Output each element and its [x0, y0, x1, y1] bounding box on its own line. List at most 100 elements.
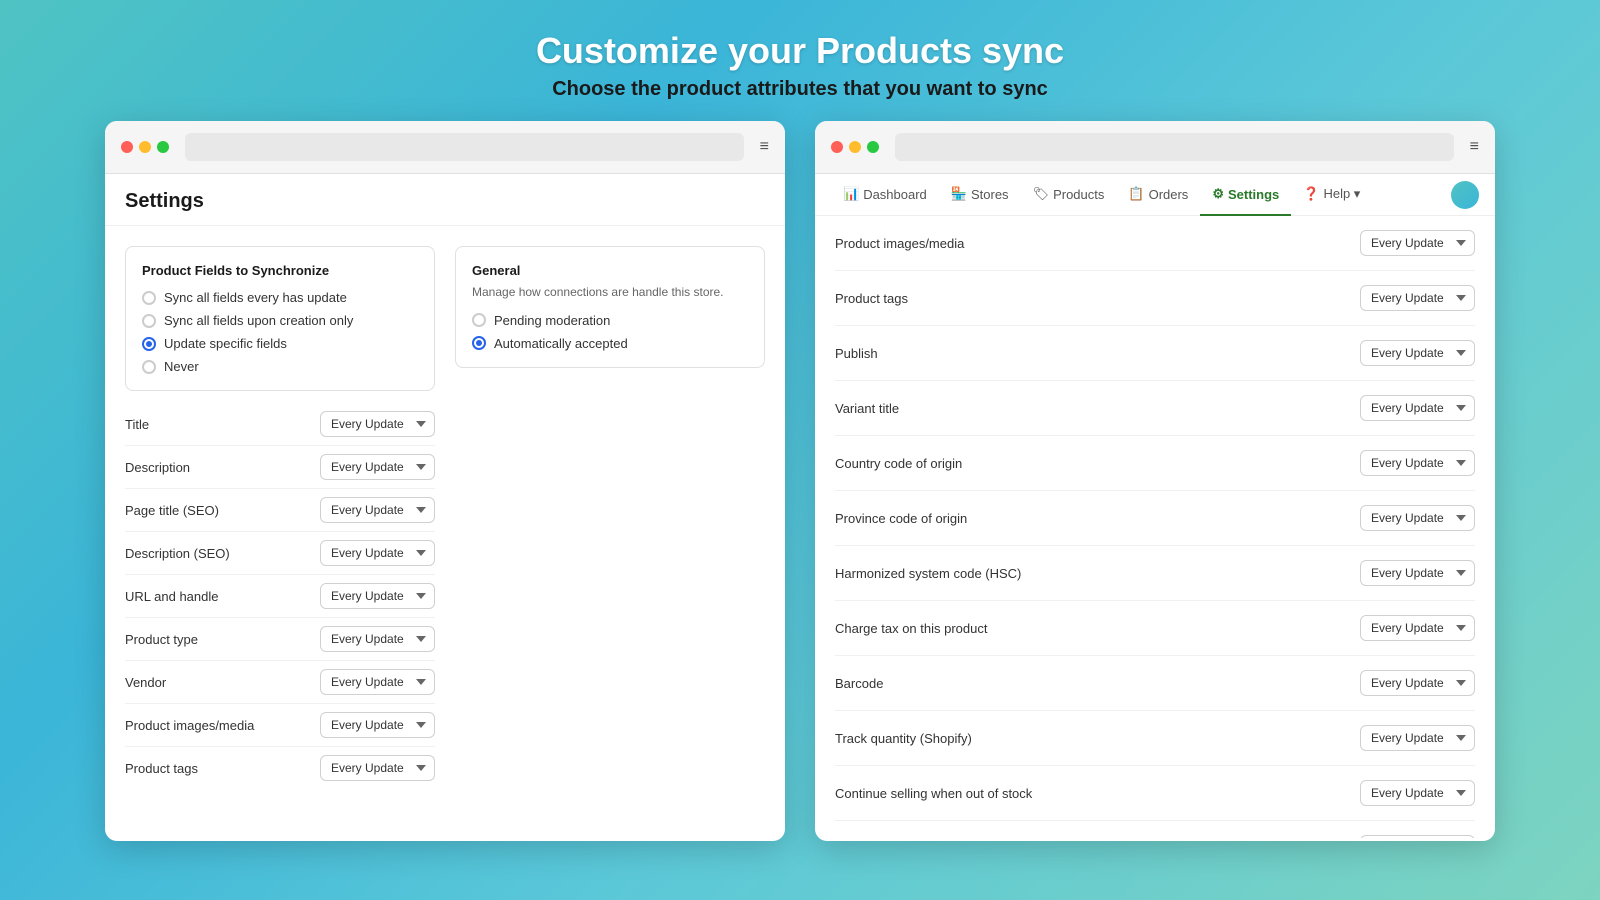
radio-circle-2 — [142, 314, 156, 328]
radio-auto-accepted[interactable]: Automatically accepted — [472, 336, 748, 351]
field-row-product-images: Product images/media Every Update Update… — [125, 704, 435, 747]
windows-container: ≡ Settings Product Fields to Synchronize… — [0, 121, 1600, 841]
right-select-charge-tax[interactable]: Every UpdateUpdate EveryNeverCreation On… — [1360, 615, 1475, 641]
nav-dashboard[interactable]: 📊 Dashboard — [831, 174, 939, 216]
right-window: ≡ 📊 Dashboard 🏪 Stores 🏷 Products 📋 Orde… — [815, 121, 1495, 841]
field-select-description-seo[interactable]: Every Update Update Every Never Creation… — [320, 540, 435, 566]
general-desc: Manage how connections are handle this s… — [472, 284, 748, 301]
field-row-product-type: Product type Every Update Update Every N… — [125, 618, 435, 661]
product-fields-label: Product Fields to Synchronize — [142, 263, 418, 278]
right-select-continue-selling[interactable]: Every UpdateUpdate EveryNeverCreation On… — [1360, 780, 1475, 806]
right-select-barcode[interactable]: Every UpdateUpdate EveryNeverCreation On… — [1360, 670, 1475, 696]
left-titlebar: ≡ — [105, 121, 785, 174]
field-row-product-tags: Product tags Every Update Update Every N… — [125, 747, 435, 789]
right-select-province-code[interactable]: Every UpdateUpdate EveryNeverCreation On… — [1360, 505, 1475, 531]
field-select-title[interactable]: Every Update Update Every Never Creation… — [320, 411, 435, 437]
right-select-hsc[interactable]: Every UpdateUpdate EveryNeverCreation On… — [1360, 560, 1475, 586]
right-field-country-code: Country code of origin Every UpdateUpdat… — [835, 436, 1475, 491]
stores-icon: 🏪 — [951, 186, 967, 202]
right-search-bar[interactable] — [895, 133, 1454, 161]
radio-sync-all-creation[interactable]: Sync all fields upon creation only — [142, 313, 418, 328]
page-subtitle: Choose the product attributes that you w… — [536, 78, 1064, 101]
radio-circle-1 — [142, 291, 156, 305]
nav-products[interactable]: 🏷 Products — [1021, 174, 1117, 216]
field-select-product-type[interactable]: Every Update Update Every Never Creation… — [320, 626, 435, 652]
right-field-continue-selling: Continue selling when out of stock Every… — [835, 766, 1475, 821]
right-nav-bar: 📊 Dashboard 🏪 Stores 🏷 Products 📋 Orders… — [815, 174, 1495, 216]
products-icon: 🏷 — [1033, 186, 1050, 202]
general-title: General — [472, 263, 748, 278]
maximize-button[interactable] — [157, 141, 169, 153]
right-field-product-tags: Product tags Every UpdateUpdate EveryNev… — [835, 271, 1475, 326]
radio-group: Sync all fields every has update Sync al… — [142, 290, 418, 374]
radio-circle-3 — [142, 337, 156, 351]
settings-title: Settings — [125, 190, 765, 225]
right-close-button[interactable] — [831, 141, 843, 153]
help-icon: ❓ — [1303, 186, 1319, 202]
nav-settings[interactable]: ⚙ Settings — [1200, 174, 1291, 216]
right-select-product-images[interactable]: Every UpdateUpdate EveryNeverCreation On… — [1360, 230, 1475, 256]
nav-stores[interactable]: 🏪 Stores — [939, 174, 1021, 216]
right-field-track-quantity: Track quantity (Shopify) Every UpdateUpd… — [835, 711, 1475, 766]
radio-sync-all-update[interactable]: Sync all fields every has update — [142, 290, 418, 305]
page-title: Customize your Products sync — [536, 30, 1064, 72]
field-select-page-title-seo[interactable]: Every Update Update Every Never Creation… — [320, 497, 435, 523]
field-rows-container: Title Every Update Update Every Never Cr… — [125, 403, 435, 789]
left-column: Product Fields to Synchronize Sync all f… — [125, 246, 435, 789]
right-field-hsc: Harmonized system code (HSC) Every Updat… — [835, 546, 1475, 601]
field-row-description-seo: Description (SEO) Every Update Update Ev… — [125, 532, 435, 575]
two-column-layout: Product Fields to Synchronize Sync all f… — [125, 246, 765, 789]
right-field-barcode: Barcode Every UpdateUpdate EveryNeverCre… — [835, 656, 1475, 711]
field-row-vendor: Vendor Every Update Update Every Never C… — [125, 661, 435, 704]
radio-circle-auto — [472, 336, 486, 350]
right-field-province-code: Province code of origin Every UpdateUpda… — [835, 491, 1475, 546]
right-select-country-code[interactable]: Every UpdateUpdate EveryNeverCreation On… — [1360, 450, 1475, 476]
left-search-bar[interactable] — [185, 133, 744, 161]
radio-update-specific[interactable]: Update specific fields — [142, 336, 418, 351]
radio-circle-pending — [472, 313, 486, 327]
minimize-button[interactable] — [139, 141, 151, 153]
settings-icon: ⚙ — [1212, 186, 1224, 202]
product-fields-card: Product Fields to Synchronize Sync all f… — [125, 246, 435, 391]
left-menu-icon[interactable]: ≡ — [760, 138, 769, 156]
right-menu-icon[interactable]: ≡ — [1470, 138, 1479, 156]
field-row-page-title-seo: Page title (SEO) Every Update Update Eve… — [125, 489, 435, 532]
general-card: General Manage how connections are handl… — [455, 246, 765, 368]
nav-orders[interactable]: 📋 Orders — [1116, 174, 1200, 216]
right-maximize-button[interactable] — [867, 141, 879, 153]
right-settings-content: Product images/media Every UpdateUpdate … — [815, 216, 1495, 838]
field-row-title: Title Every Update Update Every Never Cr… — [125, 403, 435, 446]
right-select-publish[interactable]: Every UpdateUpdate EveryNeverCreation On… — [1360, 340, 1475, 366]
field-select-product-images[interactable]: Every Update Update Every Never Creation… — [320, 712, 435, 738]
field-row-description: Description Every Update Update Every Ne… — [125, 446, 435, 489]
right-titlebar: ≡ — [815, 121, 1495, 174]
left-window: ≡ Settings Product Fields to Synchronize… — [105, 121, 785, 841]
orders-icon: 📋 — [1128, 186, 1144, 202]
page-header: Customize your Products sync Choose the … — [536, 0, 1064, 121]
left-settings-content: Product Fields to Synchronize Sync all f… — [105, 226, 785, 841]
radio-never[interactable]: Never — [142, 359, 418, 374]
right-field-variant-title: Variant title Every UpdateUpdate EveryNe… — [835, 381, 1475, 436]
radio-circle-4 — [142, 360, 156, 374]
general-radio-group: Pending moderation Automatically accepte… — [472, 313, 748, 351]
right-select-weight-unit[interactable]: Every UpdateUpdate EveryNeverCreation On… — [1360, 835, 1475, 838]
user-avatar — [1451, 181, 1479, 209]
close-button[interactable] — [121, 141, 133, 153]
right-traffic-lights — [831, 141, 879, 153]
right-select-variant-title[interactable]: Every UpdateUpdate EveryNeverCreation On… — [1360, 395, 1475, 421]
field-select-product-tags[interactable]: Every Update Update Every Never Creation… — [320, 755, 435, 781]
dashboard-icon: 📊 — [843, 186, 859, 202]
field-select-url-handle[interactable]: Every Update Update Every Never Creation… — [320, 583, 435, 609]
field-select-vendor[interactable]: Every Update Update Every Never Creation… — [320, 669, 435, 695]
nav-help[interactable]: ❓ Help ▾ — [1291, 174, 1372, 216]
right-field-weight-unit: Weight & unit Every UpdateUpdate EveryNe… — [835, 821, 1475, 838]
right-field-product-images: Product images/media Every UpdateUpdate … — [835, 216, 1475, 271]
field-select-description[interactable]: Every Update Update Every Never Creation… — [320, 454, 435, 480]
right-select-track-quantity[interactable]: Every UpdateUpdate EveryNeverCreation On… — [1360, 725, 1475, 751]
field-row-url-handle: URL and handle Every Update Update Every… — [125, 575, 435, 618]
right-field-publish: Publish Every UpdateUpdate EveryNeverCre… — [835, 326, 1475, 381]
left-traffic-lights — [121, 141, 169, 153]
right-minimize-button[interactable] — [849, 141, 861, 153]
radio-pending[interactable]: Pending moderation — [472, 313, 748, 328]
right-select-product-tags[interactable]: Every UpdateUpdate EveryNeverCreation On… — [1360, 285, 1475, 311]
